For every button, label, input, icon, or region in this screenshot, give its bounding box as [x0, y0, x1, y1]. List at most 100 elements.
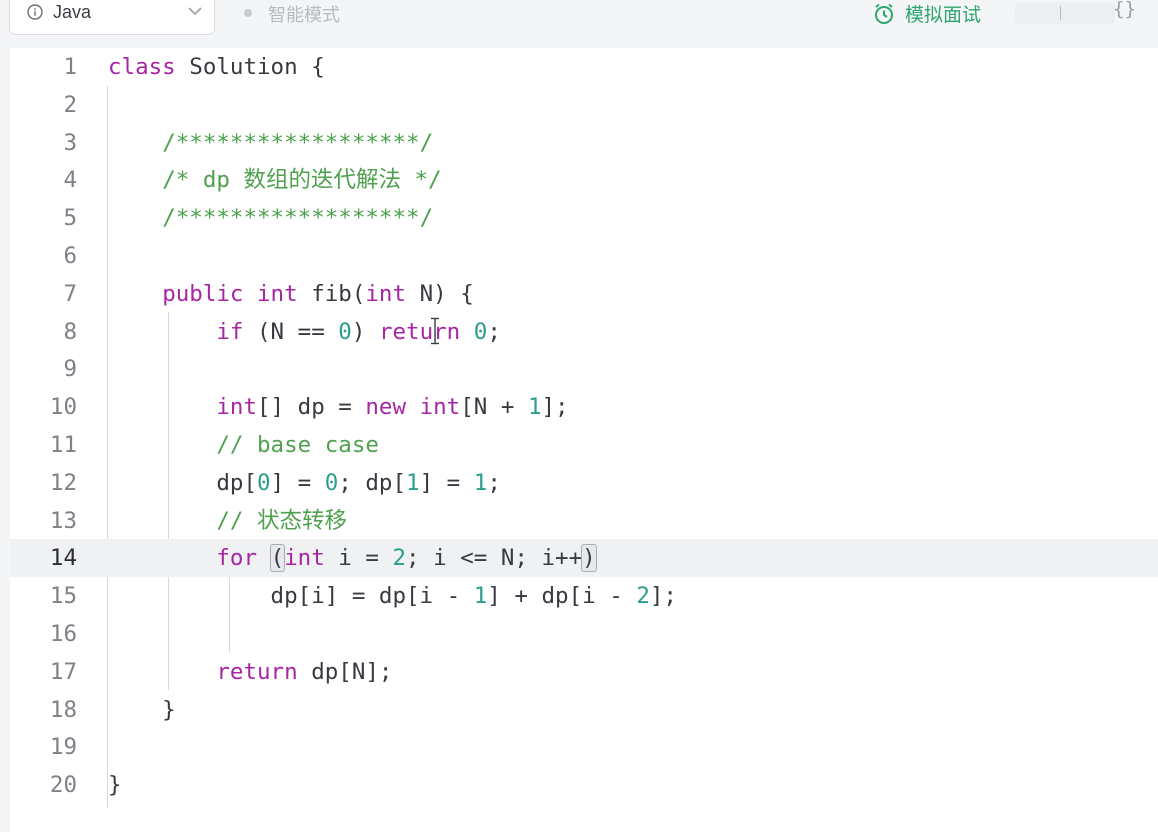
- code-token: /******************/: [162, 129, 434, 156]
- line-number: 8: [63, 318, 77, 345]
- line-number: 7: [63, 280, 77, 307]
- code-token: fib(: [297, 280, 366, 307]
- code-token: return: [216, 658, 298, 685]
- format-code-button[interactable]: {}: [1113, 0, 1136, 20]
- code-line[interactable]: 19: [10, 728, 1158, 766]
- code-line[interactable]: 5 /******************/: [10, 199, 1158, 237]
- code-token: ;: [487, 318, 501, 345]
- code-token: [] dp =: [257, 394, 366, 421]
- line-code: // base case: [108, 426, 379, 464]
- code-token: 0: [473, 318, 488, 345]
- line-number: 2: [63, 91, 77, 118]
- line-code: /******************/: [108, 199, 433, 237]
- line-code: /******************/: [108, 124, 433, 162]
- code-token: 1: [406, 469, 420, 496]
- code-token: int: [216, 394, 258, 421]
- line-number: 20: [49, 772, 77, 799]
- line-number: 18: [49, 696, 77, 723]
- line-number: 4: [63, 167, 77, 194]
- code-line[interactable]: 10 int[] dp = new int[N + 1];: [10, 388, 1158, 426]
- code-token: for: [216, 545, 258, 572]
- code-token: ];: [541, 394, 569, 421]
- toolbar-divider: [1060, 6, 1061, 20]
- code-line[interactable]: 2: [10, 86, 1158, 124]
- code-line[interactable]: 4 /* dp 数组的迭代解法 */: [10, 161, 1158, 199]
- code-token: [N +: [460, 394, 528, 421]
- code-token: /******************/: [162, 205, 434, 232]
- code-token: int: [365, 280, 407, 307]
- code-token: ; i <= N; i++: [406, 545, 583, 572]
- code-token: /* dp 数组的迭代解法 */: [162, 167, 442, 194]
- code-token: 2: [392, 545, 407, 572]
- editor-toolbar: Java 智能模式 模拟面试 {}: [0, 0, 1158, 40]
- code-line[interactable]: 3 /******************/: [10, 124, 1158, 162]
- line-code: }: [108, 691, 176, 729]
- line-code: class Solution {: [108, 48, 325, 86]
- smart-mode-toggle[interactable]: 智能模式: [268, 1, 340, 27]
- line-code: // 状态转移: [108, 502, 347, 540]
- line-number: 14: [49, 545, 77, 572]
- code-token: }: [108, 696, 176, 723]
- code-line[interactable]: 20}: [10, 766, 1158, 804]
- code-token: 0: [338, 318, 352, 345]
- code-editor[interactable]: 1 class Solution { 2 3 /******************/…: [10, 48, 1158, 832]
- code-token: (N ==: [243, 318, 339, 345]
- code-token: ];: [649, 583, 677, 610]
- line-code: /* dp 数组的迭代解法 */: [108, 161, 442, 199]
- code-line[interactable]: 11 // base case: [10, 426, 1158, 464]
- code-line[interactable]: 8 if (N == 0) return 0;: [10, 313, 1158, 351]
- line-code: dp[0] = 0; dp[1] = 1;: [108, 464, 501, 502]
- code-line[interactable]: 1 class Solution {: [10, 48, 1158, 86]
- line-number: 16: [49, 621, 77, 647]
- line-number: 6: [63, 243, 77, 269]
- code-line[interactable]: 9: [10, 350, 1158, 388]
- code-token: ] =: [270, 469, 325, 496]
- code-line[interactable]: 15 dp[i] = dp[i - 1] + dp[i - 2];: [10, 577, 1158, 615]
- code-line[interactable]: 17 return dp[N];: [10, 653, 1158, 691]
- code-token: dp[: [108, 469, 258, 496]
- code-line[interactable]: 16: [10, 615, 1158, 653]
- line-code: if (N == 0) return 0;: [108, 313, 501, 351]
- code-line[interactable]: 6: [10, 237, 1158, 275]
- code-token: int: [257, 280, 298, 307]
- code-token: return: [378, 318, 461, 345]
- language-select[interactable]: Java: [9, 0, 215, 35]
- code-token: 2: [636, 583, 650, 610]
- code-token: 1: [527, 394, 542, 421]
- code-line[interactable]: 18 }: [10, 691, 1158, 729]
- line-code: public int fib(int N) {: [108, 275, 474, 313]
- line-number: 11: [49, 432, 77, 458]
- line-number: 9: [63, 356, 77, 383]
- line-number: 10: [49, 394, 77, 421]
- code-line[interactable]: 14 for (int i = 2; i <= N; i++): [10, 539, 1158, 578]
- matched-bracket: ): [581, 544, 597, 573]
- code-token: public: [162, 280, 244, 307]
- code-token: new: [365, 394, 407, 421]
- mock-interview-label: 模拟面试: [905, 4, 982, 26]
- info-icon: [27, 4, 43, 20]
- code-token: ] =: [419, 469, 474, 496]
- line-number: 1: [63, 54, 77, 80]
- code-token: N) {: [406, 280, 474, 307]
- code-token: class: [108, 54, 176, 80]
- chevron-down-icon: [188, 7, 202, 16]
- line-number: 13: [49, 507, 77, 534]
- code-token: if: [216, 318, 244, 345]
- line-code: return dp[N];: [108, 653, 392, 691]
- code-line[interactable]: 13 // 状态转移: [10, 502, 1158, 540]
- line-code: int[] dp = new int[N + 1];: [108, 388, 569, 426]
- code-line[interactable]: 12 dp[0] = 0; dp[1] = 1;: [10, 464, 1158, 502]
- line-number: 19: [49, 734, 77, 761]
- code-line[interactable]: 7 public int fib(int N) {: [10, 275, 1158, 313]
- code-token: // 状态转移: [216, 507, 348, 534]
